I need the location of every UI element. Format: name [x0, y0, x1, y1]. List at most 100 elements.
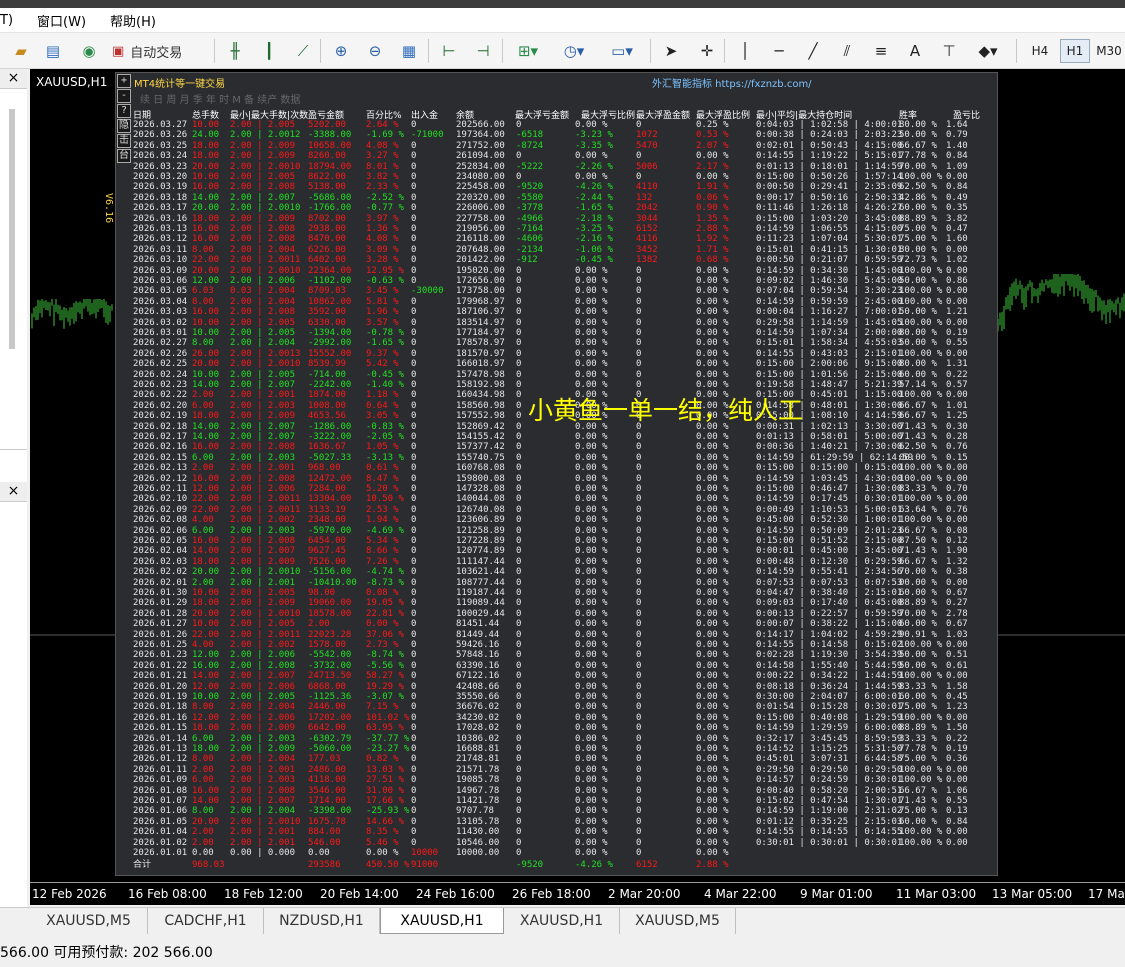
stats-total-cell: 293586 — [308, 860, 341, 870]
panel-expand-button[interactable]: + — [117, 74, 131, 88]
stats-cell: 0 — [516, 837, 522, 848]
templates-icon[interactable]: ▭▾ — [602, 38, 642, 64]
navigator-scrollbar[interactable] — [9, 109, 15, 349]
terminal-close-icon[interactable]: × — [0, 482, 27, 502]
stats-cell: 2.00 | 2.001 — [230, 827, 296, 838]
stats-cell: 2.00 | 2.002 — [230, 640, 296, 650]
panel-period-tabs[interactable]: 续 日 周 月 季 年 时 M 备 续产 数据 — [140, 91, 300, 106]
stats-cell: 0:01:54 | 0:15:28 | 0:30:01 — [756, 702, 903, 713]
vertical-line-icon[interactable]: │ — [732, 38, 758, 64]
trendline-icon[interactable]: ╱ — [800, 38, 826, 64]
stats-table: 2026.03.27 10.00 2.00 | 2.005 5202.00 2.64 %… — [116, 120, 997, 870]
stats-cell: 59426.16 — [456, 640, 500, 650]
zoom-out-icon[interactable]: ⊖ — [362, 38, 388, 64]
horizontal-line-icon[interactable]: ─ — [766, 38, 792, 64]
panel-help-button[interactable]: ? — [117, 104, 131, 118]
stats-cell: 0.00 % — [575, 515, 608, 526]
tab-xauusd-h1[interactable]: XAUUSD,H1 — [504, 908, 620, 934]
cursor-icon[interactable]: ➤ — [658, 38, 684, 64]
fibonacci-icon[interactable]: ≡ — [868, 38, 894, 64]
stats-cell: 0.00 — [946, 390, 968, 401]
stats-cell: 2.00 | 2.009 — [230, 556, 296, 567]
stats-cell: 0.00 % — [575, 650, 608, 661]
stats-cell: 0.08 — [946, 525, 968, 536]
line-chart-icon[interactable]: ⟋ — [290, 38, 316, 64]
stats-cell: 2026.02.26 — [133, 348, 188, 359]
stats-cell: 2042 — [636, 203, 658, 214]
candlestick-icon[interactable]: ┃ — [256, 38, 282, 64]
arrows-icon[interactable]: ◆▾ — [970, 38, 1006, 64]
stats-cell: 0 — [411, 203, 417, 214]
stats-cell: 21571.78 — [456, 764, 500, 775]
time-axis-label: 9 Mar 01:00 — [800, 887, 873, 901]
stats-cell: 0 — [516, 681, 522, 692]
stats-row: 2026.02.17 14.00 2.00 | 2.007 -3222.00 -2.05… — [116, 432, 997, 443]
stats-cell: 0 — [516, 650, 522, 661]
timeframe-h1[interactable]: H1 — [1060, 39, 1090, 63]
stats-cell: 0.22 — [946, 733, 968, 744]
stats-cell: 0 — [411, 432, 417, 442]
crosshair-icon[interactable]: ✛ — [694, 38, 720, 64]
timeframe-m30[interactable]: M30 — [1093, 39, 1125, 63]
channel-icon[interactable]: ⫽ — [834, 38, 860, 64]
stats-cell: 0.00 % — [575, 328, 608, 338]
tab-xauusd-h1-active[interactable]: XAUUSD,H1 — [380, 908, 504, 934]
menu-item-window[interactable]: 窗口(W) — [37, 11, 86, 30]
tab-nzdusd-h1[interactable]: NZDUSD,H1 — [264, 908, 380, 934]
stats-row: 2026.02.25 20.00 2.00 | 2.0010 8539.99 5.42 … — [116, 359, 997, 370]
stats-cell: 2026.02.22 — [133, 390, 188, 401]
tab-xauusd-m5-2[interactable]: XAUUSD,M5 — [620, 908, 736, 934]
bar-chart-icon[interactable]: ╫ — [222, 38, 248, 64]
tab-cadchf-h1[interactable]: CADCHF,H1 — [148, 908, 264, 934]
stats-row: 2026.01.15 18.00 2.00 | 2.009 6642.00 63.95 … — [116, 723, 997, 734]
stats-row: 2026.01.07 14.00 2.00 | 2.007 1714.00 17.66 … — [116, 796, 997, 807]
tile-windows-icon[interactable]: ▦ — [396, 38, 422, 64]
stats-cell: 126740.08 — [456, 504, 505, 515]
stats-cell: 2.00 | 2.0010 — [230, 203, 301, 214]
stats-cell: 2.00 | 2.007 — [230, 421, 296, 432]
stats-cell: 166018.97 — [456, 359, 505, 370]
chart-shift-icon[interactable]: ⊣ — [470, 38, 496, 64]
text-icon[interactable]: A — [902, 38, 928, 64]
stats-cell: 0.00 — [946, 577, 968, 588]
stats-cell: 2.00 | 2.005 — [230, 588, 296, 598]
stats-cell: 0.00 % — [575, 265, 608, 276]
stats-cell: 0:14:55 | 0:14:58 | 0:15:02 — [756, 640, 903, 650]
panel-url[interactable]: 外汇智能指标 https://fxznzb.com/ — [652, 75, 812, 90]
periods-icon[interactable]: ◷▾ — [556, 38, 592, 64]
tab-xauusd-m5[interactable]: XAUUSD,M5 — [30, 908, 148, 934]
data-window-icon[interactable]: ▤ — [40, 38, 66, 64]
stats-cell: 2026.01.16 — [133, 712, 188, 723]
stats-cell: 0.00 % — [696, 733, 729, 744]
panel-collapse-button[interactable]: - — [117, 89, 131, 103]
stats-cell: 75.00 % — [899, 234, 937, 245]
timeframe-h4[interactable]: H4 — [1024, 39, 1056, 63]
stats-cell: 1.40 — [946, 140, 968, 151]
stats-cell: 0 — [516, 276, 522, 286]
auto-scroll-icon[interactable]: ⊢ — [436, 38, 462, 64]
navigator-close-icon[interactable]: × — [0, 69, 27, 89]
stats-cell: 66.67 % — [899, 411, 937, 422]
menu-item-help[interactable]: 帮助(H) — [110, 11, 156, 30]
stats-cell: 14.00 — [192, 671, 220, 682]
stats-cell: 6152 — [636, 224, 658, 234]
auto-trade-button[interactable]: ▣ 自动交易 — [112, 38, 212, 64]
stats-row: 2026.03.12 16.00 2.00 | 2.008 8470.00 4.08 %… — [116, 234, 997, 245]
indicators-icon[interactable]: ⊞▾ — [510, 38, 546, 64]
stats-row: 2026.02.16 16.00 2.00 | 2.008 1636.67 1.05 %… — [116, 442, 997, 453]
zoom-in-icon[interactable]: ⊕ — [328, 38, 354, 64]
stats-cell: 14.00 — [192, 192, 220, 203]
stats-cell: 33.33 % — [899, 733, 937, 744]
text-label-icon[interactable]: ⊤ — [936, 38, 962, 64]
stats-cell: 0 — [636, 577, 642, 588]
stats-cell: 0:09:03 | 0:17:40 | 0:45:00 — [756, 598, 903, 609]
open-folder-icon[interactable]: ▰ — [8, 38, 34, 64]
stats-cell: 0.00 % — [696, 785, 729, 796]
time-axis-label: 13 Mar 05:00 — [992, 887, 1073, 901]
stats-cell: 1578.00 — [308, 640, 346, 650]
signal-icon[interactable]: ◉ — [76, 38, 102, 64]
menu-item-tools[interactable]: T) — [0, 13, 13, 28]
stats-cell: 0 — [516, 796, 522, 806]
stats-cell: 0:29:50 | 0:29:50 | 0:29:50 — [756, 764, 903, 775]
stats-total-row: 合计 968.03 293586 450.50 % 91000 -9520 -4.26 % 6… — [116, 860, 997, 871]
